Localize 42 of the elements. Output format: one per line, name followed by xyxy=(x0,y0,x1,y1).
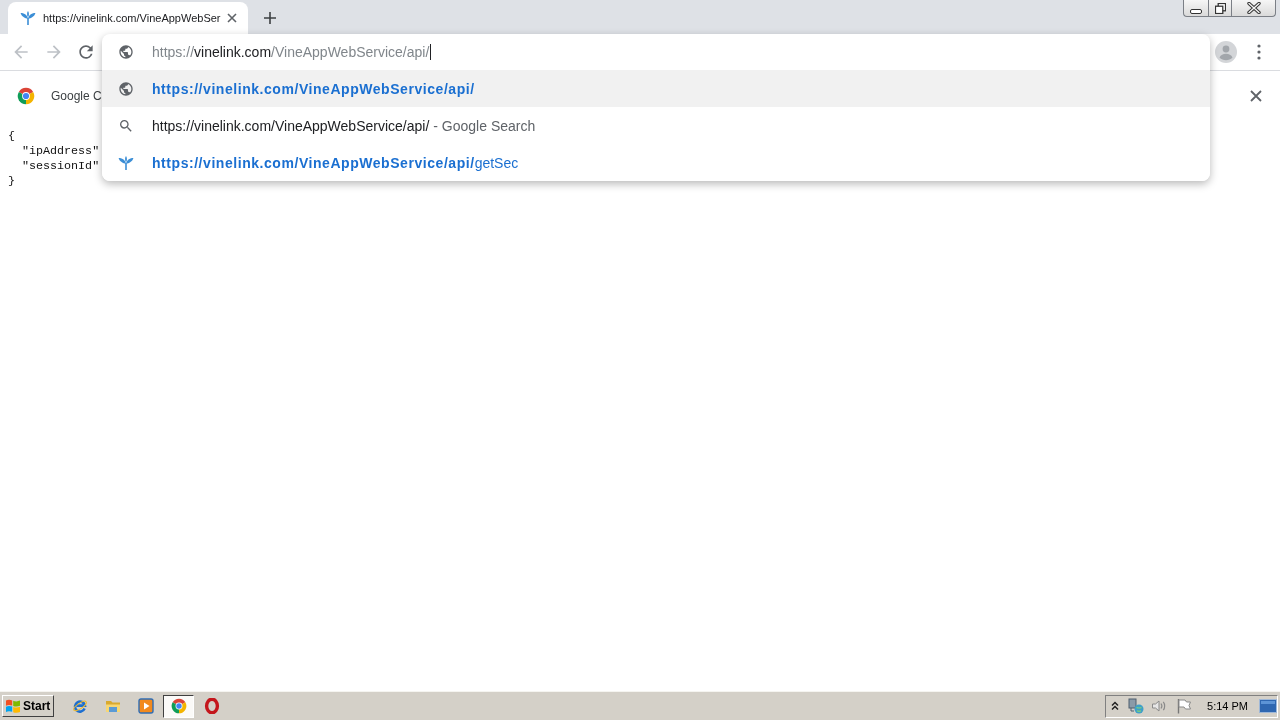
reload-icon[interactable] xyxy=(76,42,96,62)
menu-icon[interactable] xyxy=(1257,44,1261,60)
play-icon xyxy=(137,698,154,714)
window-flag-icon xyxy=(5,698,21,714)
start-button[interactable]: Start xyxy=(2,695,54,717)
flag-icon[interactable] xyxy=(1176,698,1193,714)
ring-icon xyxy=(203,698,220,714)
network-icon[interactable] xyxy=(1128,698,1145,714)
address-field[interactable]: https://vinelink.com/VineAppWebService/api/ xyxy=(102,34,1210,70)
screen-icon[interactable] xyxy=(1259,699,1277,713)
globe-icon xyxy=(118,44,134,60)
speaker-icon[interactable] xyxy=(1151,698,1168,714)
browser-tab[interactable]: https://vinelink.com/VineAppWebSer xyxy=(8,2,248,34)
json-key: "sessionId" xyxy=(22,159,100,173)
plus-icon[interactable] xyxy=(264,12,276,24)
orbit-e-icon xyxy=(71,698,88,714)
close-icon[interactable] xyxy=(1250,90,1262,102)
minimize-button[interactable] xyxy=(1183,0,1208,17)
profile-avatar-icon[interactable] xyxy=(1215,41,1237,63)
clock-text: 5:14 PM xyxy=(1207,700,1248,712)
browser-logo-icon xyxy=(170,698,187,714)
close-icon xyxy=(1246,2,1261,14)
minimize-icon xyxy=(1190,7,1202,14)
json-brace: } xyxy=(8,174,15,188)
close-button[interactable] xyxy=(1232,0,1276,17)
suggestion-item[interactable]: https://vinelink.com/VineAppWebService/api/ - Google Search xyxy=(102,107,1210,144)
suggestion-item[interactable]: https://vinelink.com/VineAppWebService/api/ xyxy=(102,70,1210,107)
info-bar-text: Google C xyxy=(51,89,102,103)
browser-logo-icon xyxy=(17,87,35,105)
search-icon xyxy=(118,117,134,134)
chevron-up-icon[interactable] xyxy=(1111,701,1120,711)
sprout-icon xyxy=(20,10,36,26)
taskbar-button[interactable] xyxy=(163,694,194,718)
restore-button[interactable] xyxy=(1208,0,1232,17)
restore-icon xyxy=(1214,2,1226,14)
globe-icon xyxy=(118,80,134,97)
text-cursor xyxy=(430,44,432,60)
close-icon[interactable] xyxy=(227,13,237,23)
folder-icon xyxy=(104,698,121,714)
json-key: "ipAddress" xyxy=(22,144,100,158)
suggestion-item[interactable]: https://vinelink.com/VineAppWebService/api/getSec xyxy=(102,144,1210,181)
json-brace: { xyxy=(8,129,15,143)
